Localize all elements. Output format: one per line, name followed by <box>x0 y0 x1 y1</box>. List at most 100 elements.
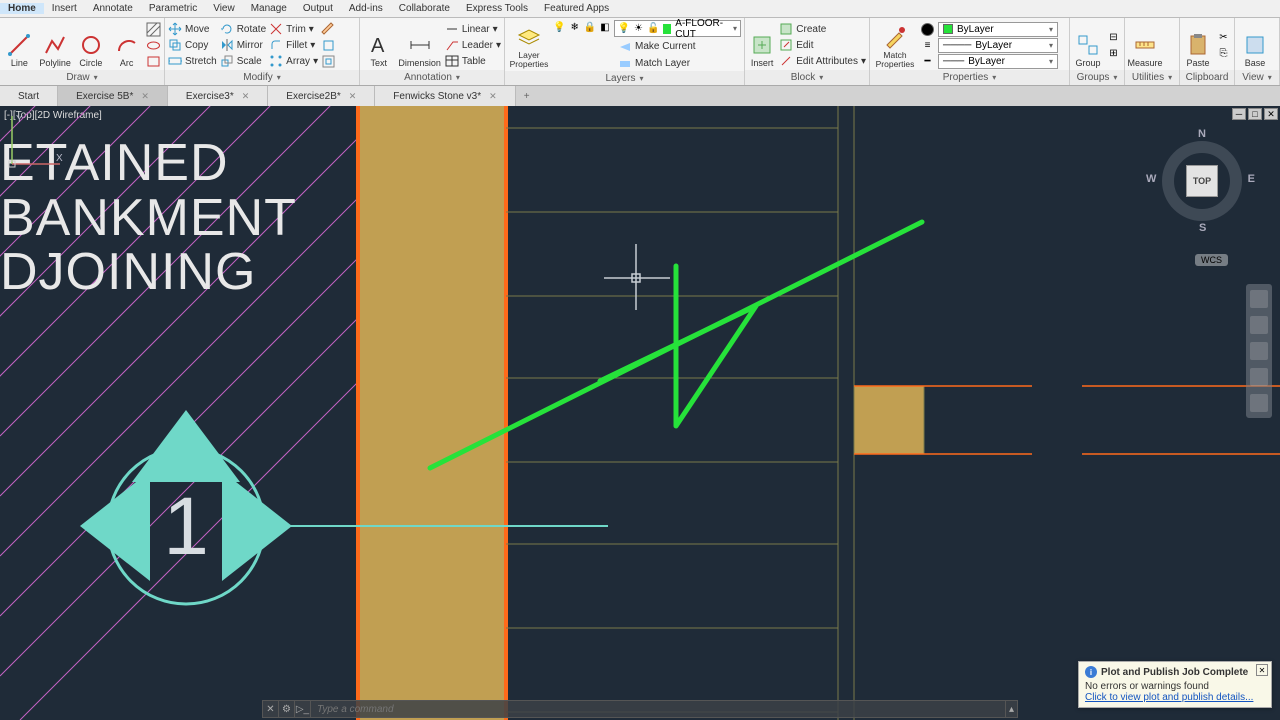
explode-icon[interactable] <box>321 38 336 53</box>
close-icon[interactable]: ✕ <box>349 91 357 102</box>
polyline-button[interactable]: Polyline <box>39 20 72 68</box>
close-icon[interactable]: ✕ <box>489 91 497 102</box>
leader-button[interactable]: Leader ▾ <box>445 38 501 53</box>
close-icon[interactable]: ✕ <box>141 91 149 102</box>
view-cube[interactable]: TOP N S E W <box>1152 131 1252 231</box>
stretch-button[interactable]: Stretch <box>168 54 217 69</box>
scale-button[interactable]: Scale <box>220 54 266 69</box>
zoom-extents-icon[interactable] <box>1250 342 1268 360</box>
color-wheel-icon[interactable] <box>920 22 935 37</box>
menu-collaborate[interactable]: Collaborate <box>391 3 458 14</box>
plot-notification: ✕ iPlot and Publish Job Complete No erro… <box>1078 661 1272 708</box>
close-icon[interactable]: ✕ <box>242 91 250 102</box>
menu-annotate[interactable]: Annotate <box>85 3 141 14</box>
rotate-button[interactable]: Rotate <box>220 22 266 37</box>
match-layer-button[interactable]: Match Layer <box>618 56 741 71</box>
plot-details-link[interactable]: Click to view plot and publish details..… <box>1085 692 1253 703</box>
svg-text:A: A <box>371 35 385 57</box>
command-input[interactable] <box>311 704 1005 715</box>
tab-exercise5b[interactable]: Exercise 5B*✕ <box>58 86 168 106</box>
mirror-button[interactable]: Mirror <box>220 38 266 53</box>
layer-color-swatch <box>663 24 671 34</box>
steering-wheel-icon[interactable] <box>1250 290 1268 308</box>
showmotion-icon[interactable] <box>1250 394 1268 412</box>
menu-addins[interactable]: Add-ins <box>341 3 391 14</box>
tab-start[interactable]: Start <box>0 86 58 106</box>
layer-properties-button[interactable]: Layer Properties <box>508 20 550 68</box>
linetype-icon[interactable]: ≡ <box>920 38 935 53</box>
color-selector[interactable]: ByLayer <box>938 22 1058 37</box>
layer-selector[interactable]: 💡 ☀ 🔓 A-FLOOR-CUT <box>614 20 741 37</box>
menu-featured[interactable]: Featured Apps <box>536 3 617 14</box>
hatch-icon[interactable] <box>146 22 161 37</box>
array-button[interactable]: Array ▾ <box>269 54 318 69</box>
pan-icon[interactable] <box>1250 316 1268 334</box>
copy-button[interactable]: Copy <box>168 38 217 53</box>
ellipse-icon[interactable] <box>146 38 161 53</box>
linetype-selector[interactable]: ────ByLayer <box>938 38 1058 53</box>
panel-clipboard: Paste ✂⎘ Clipboard <box>1180 18 1235 85</box>
lock-icon: 🔓 <box>647 23 659 34</box>
measure-button[interactable]: Measure <box>1128 20 1162 68</box>
dimension-button[interactable]: Dimension <box>397 20 441 68</box>
rectangle-icon[interactable] <box>146 54 161 69</box>
layer-off-icon[interactable]: 💡 <box>553 20 566 35</box>
menu-output[interactable]: Output <box>295 3 341 14</box>
panel-modify: Move Copy Stretch Rotate Mirror Scale Tr… <box>165 18 360 85</box>
orbit-icon[interactable] <box>1250 368 1268 386</box>
erase-icon[interactable] <box>321 22 336 37</box>
linear-button[interactable]: Linear ▾ <box>445 22 501 37</box>
sun-icon: ☀ <box>634 23 643 34</box>
make-current-button[interactable]: Make Current <box>618 39 741 54</box>
insert-button[interactable]: Insert <box>748 20 776 68</box>
paste-button[interactable]: Paste <box>1183 20 1213 68</box>
menu-manage[interactable]: Manage <box>243 3 295 14</box>
close-notification-icon[interactable]: ✕ <box>1256 664 1268 676</box>
move-button[interactable]: Move <box>168 22 217 37</box>
tab-exercise2b[interactable]: Exercise2B*✕ <box>268 86 375 106</box>
trim-button[interactable]: Trim ▾ <box>269 22 318 37</box>
tab-exercise3[interactable]: Exercise3*✕ <box>168 86 268 106</box>
lineweight-selector[interactable]: ───ByLayer <box>938 54 1058 69</box>
layer-iso-icon[interactable]: ◧ <box>598 20 611 35</box>
ungroup-icon[interactable]: ⊟ <box>1106 30 1121 45</box>
menu-insert[interactable]: Insert <box>44 3 85 14</box>
panel-layers: Layer Properties 💡 ❄ 🔒 ◧ 💡 ☀ 🔓 A-FLOOR-C… <box>505 18 745 85</box>
panel-block: Insert Create Edit Edit Attributes ▾ Blo… <box>745 18 870 85</box>
navigation-bar[interactable] <box>1246 284 1272 418</box>
arc-button[interactable]: Arc <box>110 20 143 68</box>
customize-cmdline-icon[interactable]: ⚙ <box>279 701 295 717</box>
cut-icon[interactable]: ✂ <box>1216 30 1231 45</box>
circle-button[interactable]: Circle <box>75 20 108 68</box>
edit-attributes-button[interactable]: Edit Attributes ▾ <box>779 54 866 69</box>
table-button[interactable]: Table <box>445 54 501 69</box>
line-button[interactable]: Line <box>3 20 36 68</box>
callout-number: 1 <box>163 481 209 572</box>
wcs-label[interactable]: WCS <box>1195 254 1228 266</box>
menu-express[interactable]: Express Tools <box>458 3 536 14</box>
fillet-button[interactable]: Fillet ▾ <box>269 38 318 53</box>
tab-fenwicks[interactable]: Fenwicks Stone v3*✕ <box>375 86 515 106</box>
layer-freeze-icon[interactable]: ❄ <box>568 20 581 35</box>
menu-home[interactable]: Home <box>0 3 44 14</box>
command-line[interactable]: ✕ ⚙ ▷_ ▴ <box>262 700 1018 718</box>
menu-parametric[interactable]: Parametric <box>141 3 205 14</box>
text-button[interactable]: A Text <box>363 20 394 68</box>
base-button[interactable]: Base <box>1238 20 1272 68</box>
drawing-canvas[interactable]: [-][Top][2D Wireframe] ─ □ ✕ <box>0 106 1280 720</box>
lineweight-icon[interactable]: ━ <box>920 54 935 69</box>
menu-view[interactable]: View <box>205 3 243 14</box>
match-properties-button[interactable]: Match Properties <box>873 20 917 68</box>
copy-clip-icon[interactable]: ⎘ <box>1216 46 1231 61</box>
group-button[interactable]: Group <box>1073 20 1103 68</box>
viewcube-top-face[interactable]: TOP <box>1186 165 1218 197</box>
offset-icon[interactable] <box>321 54 336 69</box>
layer-lock-icon[interactable]: 🔒 <box>583 20 596 35</box>
create-block-button[interactable]: Create <box>779 22 866 37</box>
edit-block-button[interactable]: Edit <box>779 38 866 53</box>
add-tab-button[interactable]: + <box>516 86 538 106</box>
group-edit-icon[interactable]: ⊞ <box>1106 46 1121 61</box>
bulb-icon: 💡 <box>618 23 630 34</box>
cmd-history-icon[interactable]: ▴ <box>1005 701 1017 717</box>
close-cmdline-icon[interactable]: ✕ <box>263 701 279 717</box>
